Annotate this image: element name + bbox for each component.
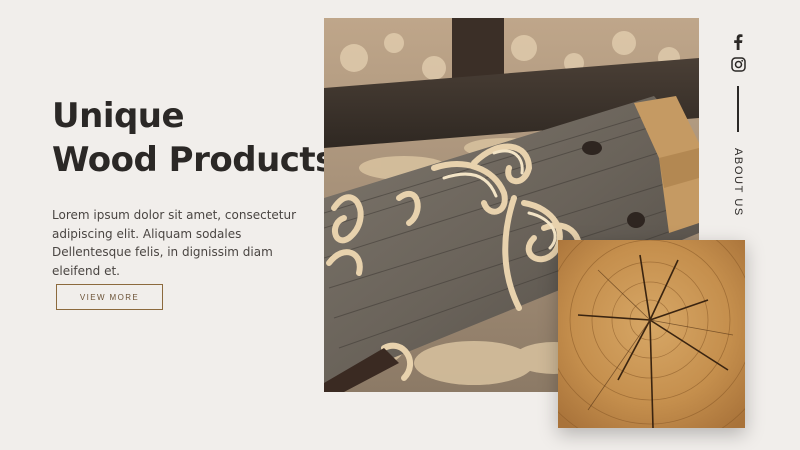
facebook-icon[interactable] [726,32,750,52]
hero-title: Unique Wood Products [52,94,335,182]
right-sidebar: ABOUT US [726,30,750,220]
hero-title-line-2: Wood Products [52,140,335,180]
wood-slice-photo [558,240,745,428]
hero-title-line-1: Unique [52,96,185,136]
about-us-link[interactable]: ABOUT US [732,148,744,217]
view-more-button[interactable]: VIEW MORE [56,284,163,310]
instagram-icon[interactable] [726,54,750,74]
hero-description: Lorem ipsum dolor sit amet, consectetur … [52,208,297,278]
sidebar-divider [737,86,739,132]
